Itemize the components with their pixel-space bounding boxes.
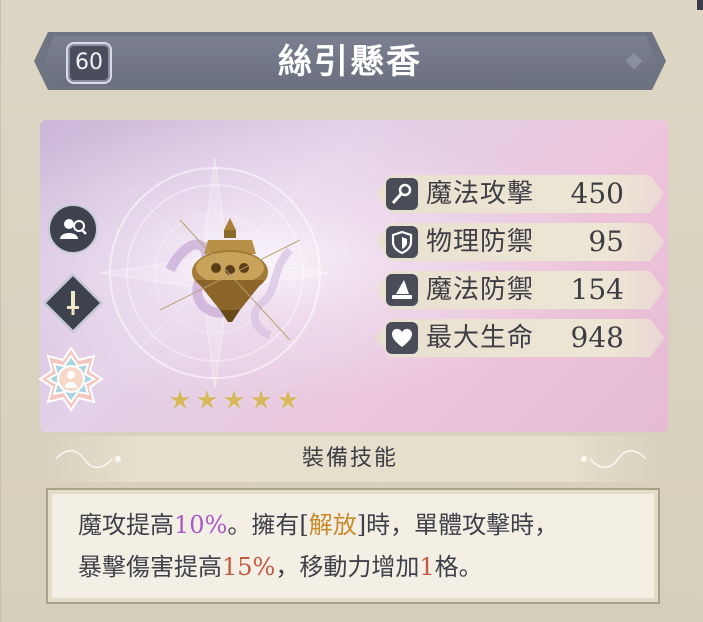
shield-icon (386, 226, 418, 258)
stat-value: 450 (570, 177, 624, 210)
heart-icon (386, 322, 418, 354)
skill-description: 魔攻提高10%。擁有[解放]時，單體攻擊時， 暴擊傷害提高15%，移動力增加1格… (78, 504, 638, 588)
star-icon: ★ (223, 386, 245, 414)
skill-text: ，移動力增加 (275, 553, 420, 581)
highlight-value: 1 (419, 553, 435, 581)
stat-label: 物理防禦 (426, 227, 535, 257)
stat-label: 魔法攻擊 (426, 179, 535, 209)
panel-corner (697, 0, 703, 10)
stat-label: 最大生命 (426, 323, 535, 353)
witch-hat-icon (386, 274, 418, 306)
skill-text: 魔攻提高 (78, 511, 174, 539)
wand-icon (386, 178, 418, 210)
stat-row-max-hp: 最大生命 948 (376, 319, 664, 357)
character-search-button[interactable] (48, 204, 98, 254)
ornament-right-icon (581, 450, 647, 468)
skill-text: 。擁有[ (227, 511, 309, 539)
star-icon: ★ (196, 386, 218, 414)
stat-row-magic-attack: 魔法攻擊 450 (376, 175, 664, 213)
sword-icon (67, 291, 79, 315)
star-icon: ★ (250, 386, 272, 414)
item-name: 絲引懸香 (278, 42, 422, 82)
skill-section-title: 裝備技能 (301, 446, 398, 471)
stat-value: 95 (588, 225, 624, 258)
highlight-value: 15% (222, 553, 276, 581)
rarity-stars: ★ ★ ★ ★ ★ (168, 388, 303, 412)
level-badge: 60 (66, 42, 112, 84)
star-icon: ★ (277, 386, 299, 414)
stat-label: 魔法防禦 (426, 275, 535, 305)
incense-burner-icon (160, 218, 300, 341)
skill-text: ]時，單體攻擊時， (356, 511, 559, 539)
skill-line-1: 魔攻提高10%。擁有[解放]時，單體攻擊時， (78, 504, 638, 546)
stat-row-magic-defense: 魔法防禦 154 (376, 271, 664, 309)
skill-text: 暴擊傷害提高 (78, 553, 222, 581)
ornament-left-icon (55, 450, 121, 468)
star-icon: ★ (169, 386, 191, 414)
skill-line-2: 暴擊傷害提高15%，移動力增加1格。 (78, 546, 638, 588)
class-emblem-icon (38, 346, 104, 412)
skill-text: 格。 (434, 553, 483, 581)
keyword-link[interactable]: 解放 (309, 511, 357, 539)
highlight-value: 10% (174, 511, 228, 539)
character-search-icon (60, 219, 87, 239)
stat-value: 948 (570, 321, 624, 354)
stat-value: 154 (570, 273, 624, 306)
stat-row-physical-defense: 物理防禦 95 (376, 223, 664, 261)
class-emblem-badge (38, 346, 104, 412)
